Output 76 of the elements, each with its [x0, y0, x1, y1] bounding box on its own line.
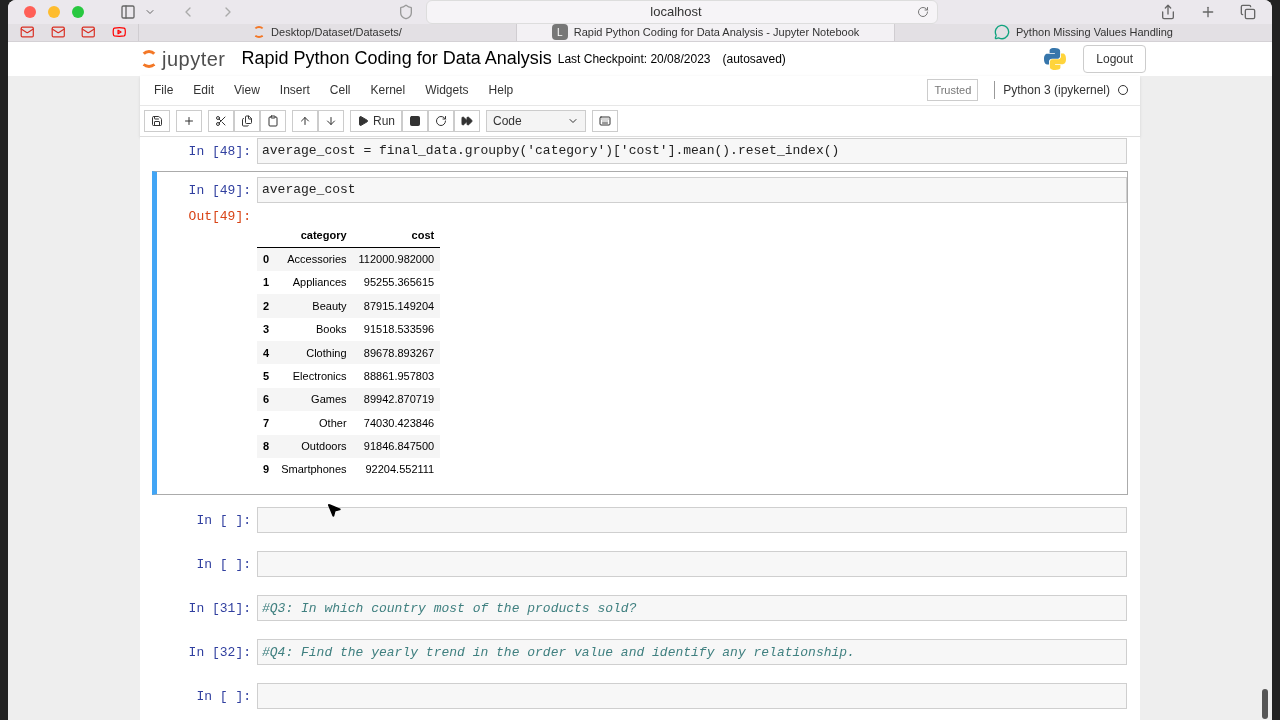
row-index: 6 [257, 387, 276, 412]
menu-item[interactable]: Cell [319, 81, 361, 99]
table-cell: 112000.982000 [352, 247, 441, 271]
table-cell: Other [275, 411, 353, 435]
code-input[interactable]: #Q3: In which country most of the products sold? [257, 595, 1127, 622]
row-index: 3 [257, 317, 276, 342]
menu-item[interactable]: View [224, 81, 270, 99]
jupyter-logo-text[interactable]: jupyter [162, 43, 226, 74]
row-index: 9 [257, 458, 276, 482]
table-cell: 91846.847500 [352, 434, 441, 458]
browser-tab[interactable]: Python Missing Values Handling [894, 24, 1272, 41]
kernel-name: Python 3 (ipykernel) [994, 81, 1110, 99]
menu-item[interactable]: Edit [183, 81, 225, 99]
menu-item[interactable]: Insert [269, 81, 320, 99]
menu-item[interactable]: Widgets [415, 81, 479, 99]
row-index: 5 [257, 364, 276, 388]
run-button[interactable]: Run [350, 109, 402, 132]
table-cell: Smartphones [275, 458, 353, 482]
row-index: 0 [257, 247, 276, 271]
table-cell: 87915.149204 [352, 294, 441, 318]
tab-icon: L [551, 24, 568, 41]
row-index: 8 [257, 434, 276, 458]
menu-item[interactable]: Kernel [360, 81, 416, 99]
row-index: 2 [257, 294, 276, 318]
code-text: average_cost = final_data.groupby('category')['cost'].mean().reset_index() [262, 141, 840, 160]
output-prompt: Out[49]: [187, 207, 252, 226]
table-cell: Accessories [275, 247, 353, 271]
input-prompt: In [49]: [187, 181, 252, 200]
input-prompt: In [31]: [187, 600, 252, 619]
input-prompt: In [32]: [187, 644, 252, 663]
code-text: average_cost [262, 180, 356, 199]
row-index: 1 [257, 270, 276, 295]
code-text: #Q3: In which country most of the products sold? [262, 599, 637, 618]
code-input[interactable]: #Q4: Find the yearly trend in the order value and identify any relationship. [257, 639, 1127, 666]
notebook-cell[interactable]: In [32]: #Q4: Find the yearly trend in the order value and identify any relationship. [152, 633, 1128, 672]
notebook-cell[interactable]: In [48]: average_cost = final_data.groupby('category')['cost'].mean().reset_index() [152, 136, 1128, 165]
input-prompt: In [ ]: [195, 556, 252, 575]
address-text: localhost [649, 3, 703, 22]
checkpoint-text: Last Checkpoint: 20/08/2023 [557, 50, 711, 68]
browser-tab[interactable]: L Rapid Python Coding for Data Analysis - Jupyter Notebook [516, 24, 894, 41]
column-header: category [275, 222, 353, 248]
code-text: #Q4: Find the yearly trend in the order value and identify any relationship. [262, 643, 855, 662]
table-cell: Books [275, 317, 353, 342]
notebook-cell[interactable]: In [ ]: [152, 501, 1128, 540]
notebook-cell[interactable]: In [31]: #Q3: In which country most of the products sold? [152, 589, 1128, 628]
row-index: 7 [257, 411, 276, 435]
table-cell: 89942.870719 [352, 387, 441, 412]
row-index: 4 [257, 341, 276, 365]
autosave-status: (autosaved) [722, 50, 786, 68]
table-cell: 91518.533596 [352, 317, 441, 342]
table-cell: Electronics [275, 364, 353, 388]
input-prompt: In [ ]: [195, 688, 252, 707]
table-cell: Appliances [275, 270, 353, 295]
notebook-cell[interactable]: In [ ]: [152, 677, 1128, 716]
table-cell: 92204.552111 [352, 458, 441, 482]
table-cell: 88861.957803 [352, 364, 441, 388]
table-cell: 95255.365615 [352, 270, 441, 295]
trusted-badge[interactable]: Trusted [927, 78, 979, 102]
column-header: cost [352, 222, 441, 248]
input-prompt: In [48]: [187, 142, 252, 161]
menu-item[interactable]: File [144, 81, 184, 99]
input-prompt: In [ ]: [195, 512, 252, 531]
code-input[interactable]: average_cost [257, 176, 1127, 203]
table-cell: 74030.423846 [352, 411, 441, 435]
table-cell: Beauty [275, 294, 353, 318]
table-cell: 89678.893267 [352, 341, 441, 365]
cell-type-select[interactable]: Code [486, 109, 586, 132]
table-cell: Games [275, 387, 353, 412]
notebook-cell[interactable]: In [ ]: [152, 545, 1128, 584]
table-cell: Outdoors [275, 434, 353, 458]
table-cell: Clothing [275, 341, 353, 365]
notebook-title[interactable]: Rapid Python Coding for Data Analysis [241, 45, 552, 72]
code-input[interactable]: average_cost = final_data.groupby('category')['cost'].mean().reset_index() [257, 137, 1127, 164]
address-bar[interactable]: localhost [426, 0, 938, 24]
menu-item[interactable]: Help [478, 81, 524, 99]
logout-button[interactable]: Logout [1083, 44, 1146, 73]
